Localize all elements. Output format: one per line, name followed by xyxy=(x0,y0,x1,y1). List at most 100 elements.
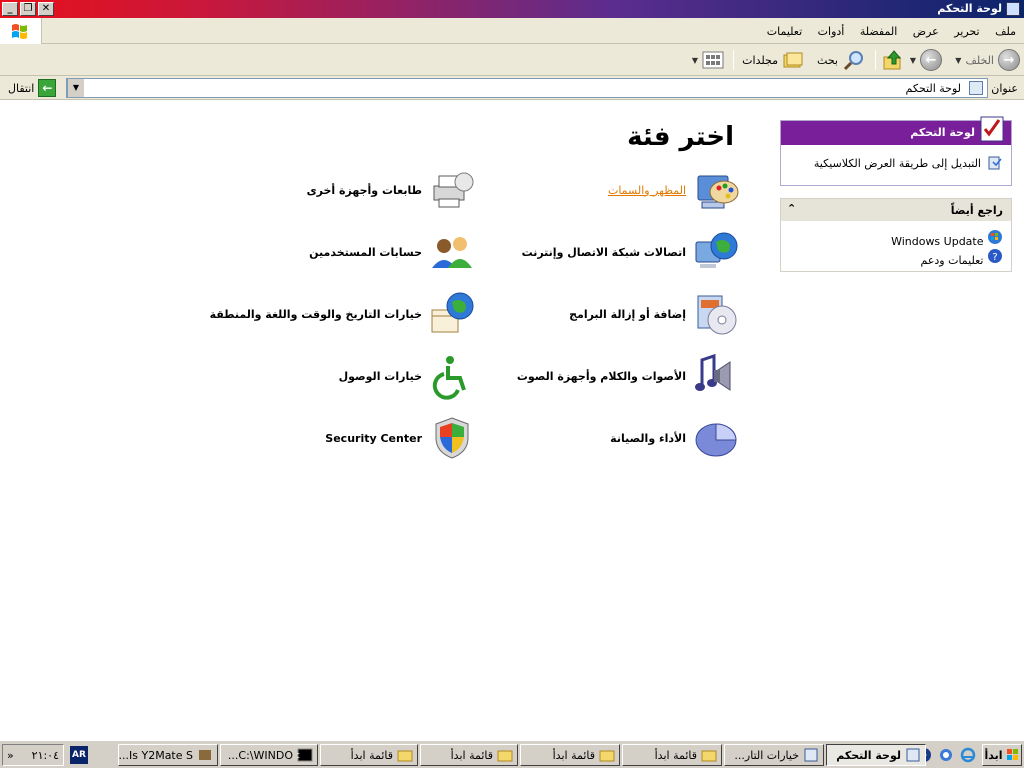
folder-icon xyxy=(497,750,513,762)
tray-expand-icon[interactable]: « xyxy=(7,749,14,762)
app-icon xyxy=(199,750,211,760)
menu-file[interactable]: ملف xyxy=(989,18,1024,38)
forward-arrow-icon: ← xyxy=(920,49,942,71)
minimize-button[interactable]: _ xyxy=(2,2,18,16)
go-label: انتقال xyxy=(8,81,35,95)
folders-icon xyxy=(783,52,803,68)
menu-tools[interactable]: أدوات xyxy=(812,18,851,38)
system-tray: ٢١:٠٤ « xyxy=(2,744,64,766)
folder-icon xyxy=(701,750,717,762)
category-label[interactable]: الأصوات والكلام وأجهزة الصوت xyxy=(517,370,686,383)
category-label[interactable]: حسابات المستخدمين xyxy=(309,246,422,259)
category-label[interactable]: طابعات وأجهزة أخرى xyxy=(307,184,422,197)
category-label[interactable]: الأداء والصيانة xyxy=(610,432,686,445)
category-users[interactable]: حسابات المستخدمين xyxy=(309,228,476,276)
folders-button[interactable]: مجلدات xyxy=(742,49,804,71)
performance-icon xyxy=(695,423,737,457)
control-panel-icon xyxy=(1006,2,1020,16)
menu-edit[interactable]: تحرير xyxy=(948,18,985,38)
folder-icon xyxy=(599,750,615,762)
switch-view-icon xyxy=(988,156,1002,170)
appearance-icon xyxy=(697,175,739,209)
svg-text:?: ? xyxy=(992,252,997,263)
start-label: ابدأ xyxy=(984,748,1003,762)
task-start-menu-3[interactable]: قائمة ابدأ xyxy=(420,744,518,766)
folders-label: مجلدات xyxy=(742,53,778,67)
see-also-item[interactable]: Windows Update xyxy=(891,235,983,248)
views-icon xyxy=(702,51,724,69)
toolbar: → الخلف ▼ ← ▼ بحث مجلدات ▼ xyxy=(0,44,1024,76)
window-controls: ✕ ❐ _ xyxy=(2,2,54,16)
folder-icon xyxy=(397,750,413,762)
chevron-up-icon[interactable]: ⌃ xyxy=(787,202,796,215)
control-panel-icon xyxy=(969,81,983,95)
windows-update-link[interactable]: Windows Update xyxy=(789,229,1003,248)
task-y2mate[interactable]: Is Y2Mate S... xyxy=(118,744,218,766)
address-dropdown-button[interactable]: ▼ xyxy=(67,79,84,97)
category-appearance[interactable]: المظهر والسمات xyxy=(608,166,740,214)
close-button[interactable]: ✕ xyxy=(38,2,54,16)
classic-view-link[interactable]: التبديل إلى طريقة العرض الكلاسيكية xyxy=(789,155,1003,171)
task-start-menu-2[interactable]: قائمة ابدأ xyxy=(520,744,620,766)
category-sounds[interactable]: الأصوات والكلام وأجهزة الصوت xyxy=(517,352,740,400)
menu-favorites[interactable]: المفضلة xyxy=(854,18,903,38)
restore-button[interactable]: ❐ xyxy=(20,2,36,16)
back-button[interactable]: → الخلف ▼ xyxy=(955,49,1020,71)
classic-view-label[interactable]: التبديل إلى طريقة العرض الكلاسيكية xyxy=(814,157,981,170)
category-label[interactable]: المظهر والسمات xyxy=(608,184,686,197)
category-network[interactable]: اتصالات شبكة الاتصال وإنترنت xyxy=(522,228,740,276)
chevron-down-icon[interactable]: ▼ xyxy=(910,56,916,65)
shield-icon xyxy=(435,417,469,459)
window-title: لوحة التحكم xyxy=(937,2,1002,15)
category-printers[interactable]: طابعات وأجهزة أخرى xyxy=(307,166,476,214)
search-button[interactable]: بحث xyxy=(817,49,866,71)
folder-up-icon xyxy=(883,50,902,70)
category-add-remove[interactable]: إضافة أو إزالة البرامج xyxy=(569,290,740,338)
views-button[interactable]: ▼ xyxy=(692,49,724,71)
printer-icon xyxy=(433,172,474,208)
control-panel-icon xyxy=(804,748,818,762)
outlook-express-icon[interactable] xyxy=(938,747,954,763)
see-also-item[interactable]: تعليمات ودعم xyxy=(921,254,984,267)
task-date-time-options[interactable]: خيارات التار... xyxy=(724,744,824,766)
category-label[interactable]: اتصالات شبكة الاتصال وإنترنت xyxy=(522,246,686,259)
go-arrow-icon: ← xyxy=(38,79,57,97)
clock[interactable]: ٢١:٠٤ xyxy=(32,749,59,762)
category-date-time[interactable]: خيارات التاريخ والوقت واللغة والمنطقة xyxy=(210,290,476,338)
category-performance[interactable]: الأداء والصيانة xyxy=(610,414,740,462)
category-security-center[interactable]: Security Center xyxy=(325,414,476,462)
task-control-panel[interactable]: لوحة التحكم xyxy=(826,744,926,766)
category-label[interactable]: Security Center xyxy=(325,432,422,445)
internet-explorer-icon[interactable] xyxy=(960,747,976,763)
forward-button[interactable]: ← ▼ xyxy=(910,49,942,71)
users-icon xyxy=(432,237,472,268)
sounds-icon xyxy=(695,353,731,391)
help-support-link[interactable]: ? تعليمات ودعم xyxy=(789,248,1003,267)
language-indicator[interactable]: AR xyxy=(70,746,88,764)
task-start-menu-1[interactable]: قائمة ابدأ xyxy=(622,744,722,766)
panel-title: لوحة التحكم xyxy=(910,126,975,139)
search-icon xyxy=(843,51,863,71)
panel-header: لوحة التحكم xyxy=(781,116,1011,145)
task-cmd[interactable]: C:\ C:\WINDO... xyxy=(220,744,318,766)
chevron-down-icon[interactable]: ▼ xyxy=(955,56,961,65)
task-start-menu-4[interactable]: قائمة ابدأ xyxy=(320,744,418,766)
go-button[interactable]: ← انتقال xyxy=(8,79,57,97)
menu-help[interactable]: تعليمات xyxy=(761,18,808,38)
chevron-down-icon[interactable]: ▼ xyxy=(692,56,698,65)
category-label[interactable]: خيارات الوصول xyxy=(339,370,422,383)
address-input[interactable]: لوحة التحكم ▼ xyxy=(66,78,988,98)
command-prompt-icon: C:\ xyxy=(297,748,313,762)
up-button[interactable] xyxy=(882,49,904,71)
address-label: عنوان xyxy=(991,82,1018,95)
see-also-header[interactable]: راجع أيضاً ⌃ xyxy=(781,199,1011,221)
category-accessibility[interactable]: خيارات الوصول xyxy=(339,352,476,400)
category-label[interactable]: إضافة أو إزالة البرامج xyxy=(569,308,686,321)
see-also-title: راجع أيضاً xyxy=(950,204,1003,217)
address-value: لوحة التحكم xyxy=(905,82,961,95)
add-remove-programs-icon xyxy=(697,295,737,335)
category-label[interactable]: خيارات التاريخ والوقت واللغة والمنطقة xyxy=(210,308,422,321)
start-button[interactable]: ابدأ xyxy=(982,744,1022,766)
menu-view[interactable]: عرض xyxy=(907,18,945,38)
back-arrow-icon: → xyxy=(998,49,1020,71)
